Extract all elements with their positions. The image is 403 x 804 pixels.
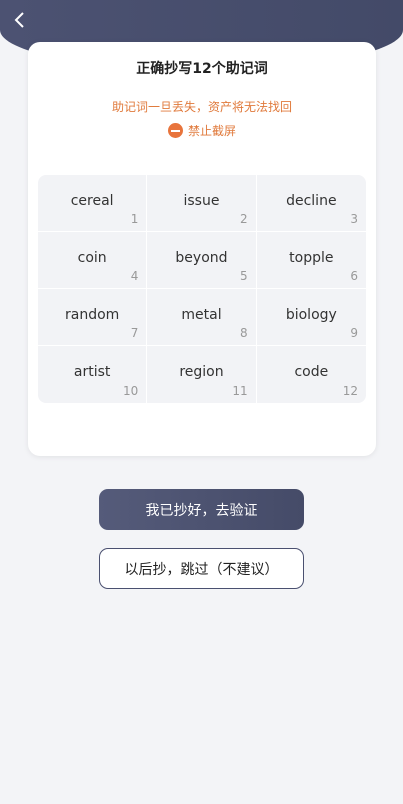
mnemonic-index: 11 [232, 384, 248, 398]
mnemonic-index: 4 [130, 269, 139, 283]
mnemonic-word: cereal [70, 193, 114, 209]
mnemonic-index: 5 [240, 269, 248, 283]
mnemonic-word: region [179, 364, 224, 380]
mnemonic-cell: issue 2 [147, 175, 257, 232]
page-title: 正确抄写12个助记词 [136, 61, 268, 77]
mnemonic-cell: artist 10 [38, 346, 148, 403]
mnemonic-index: 10 [123, 384, 139, 398]
mnemonic-index: 1 [130, 212, 139, 226]
mnemonic-index: 7 [130, 326, 139, 340]
mnemonic-word: biology [285, 307, 337, 323]
mnemonic-cell: decline 3 [256, 175, 366, 232]
mnemonic-card: 正确抄写12个助记词 助记词一旦丢失，资产将无法找回 禁止截屏 cereal 1 … [28, 42, 376, 456]
mnemonic-index: 9 [350, 326, 358, 340]
mnemonic-index: 6 [350, 269, 358, 283]
minus-circle-icon [167, 123, 183, 138]
mnemonic-word: random [65, 307, 120, 323]
mnemonic-cell: topple 6 [256, 232, 366, 289]
mnemonic-word: coin [77, 250, 107, 266]
skip-button[interactable]: 以后抄，跳过（不建议） [99, 548, 304, 589]
mnemonic-word: code [294, 364, 329, 380]
mnemonic-cell: random 7 [38, 289, 148, 346]
mnemonic-word: beyond [175, 250, 228, 266]
loss-warning: 助记词一旦丢失，资产将无法找回 [111, 100, 292, 114]
mnemonic-cell: biology 9 [256, 289, 366, 346]
mnemonic-cell: metal 8 [147, 289, 257, 346]
no-screenshot-notice: 禁止截屏 [28, 122, 376, 139]
mnemonic-word: topple [289, 250, 334, 266]
mnemonic-index: 3 [350, 212, 358, 226]
mnemonic-word: metal [181, 307, 222, 323]
mnemonic-cell: region 11 [147, 346, 257, 403]
mnemonic-word: issue [183, 193, 220, 209]
mnemonic-word: artist [73, 364, 111, 380]
mnemonic-cell: cereal 1 [38, 175, 148, 232]
mnemonic-cell: coin 4 [38, 232, 148, 289]
verify-button[interactable]: 我已抄好，去验证 [99, 489, 304, 530]
mnemonic-word: decline [286, 193, 337, 209]
back-button[interactable] [10, 10, 28, 32]
no-screenshot-label: 禁止截屏 [187, 124, 236, 138]
mnemonic-index: 8 [240, 326, 248, 340]
mnemonic-cell: beyond 5 [147, 232, 257, 289]
chevron-left-icon [13, 11, 25, 32]
mnemonic-cell: code 12 [257, 346, 366, 403]
mnemonic-index: 2 [240, 212, 248, 226]
mnemonic-grid: cereal 1 issue 2 decline 3 coin 4 beyond 5 to… [38, 175, 366, 403]
mnemonic-index: 12 [342, 384, 358, 398]
